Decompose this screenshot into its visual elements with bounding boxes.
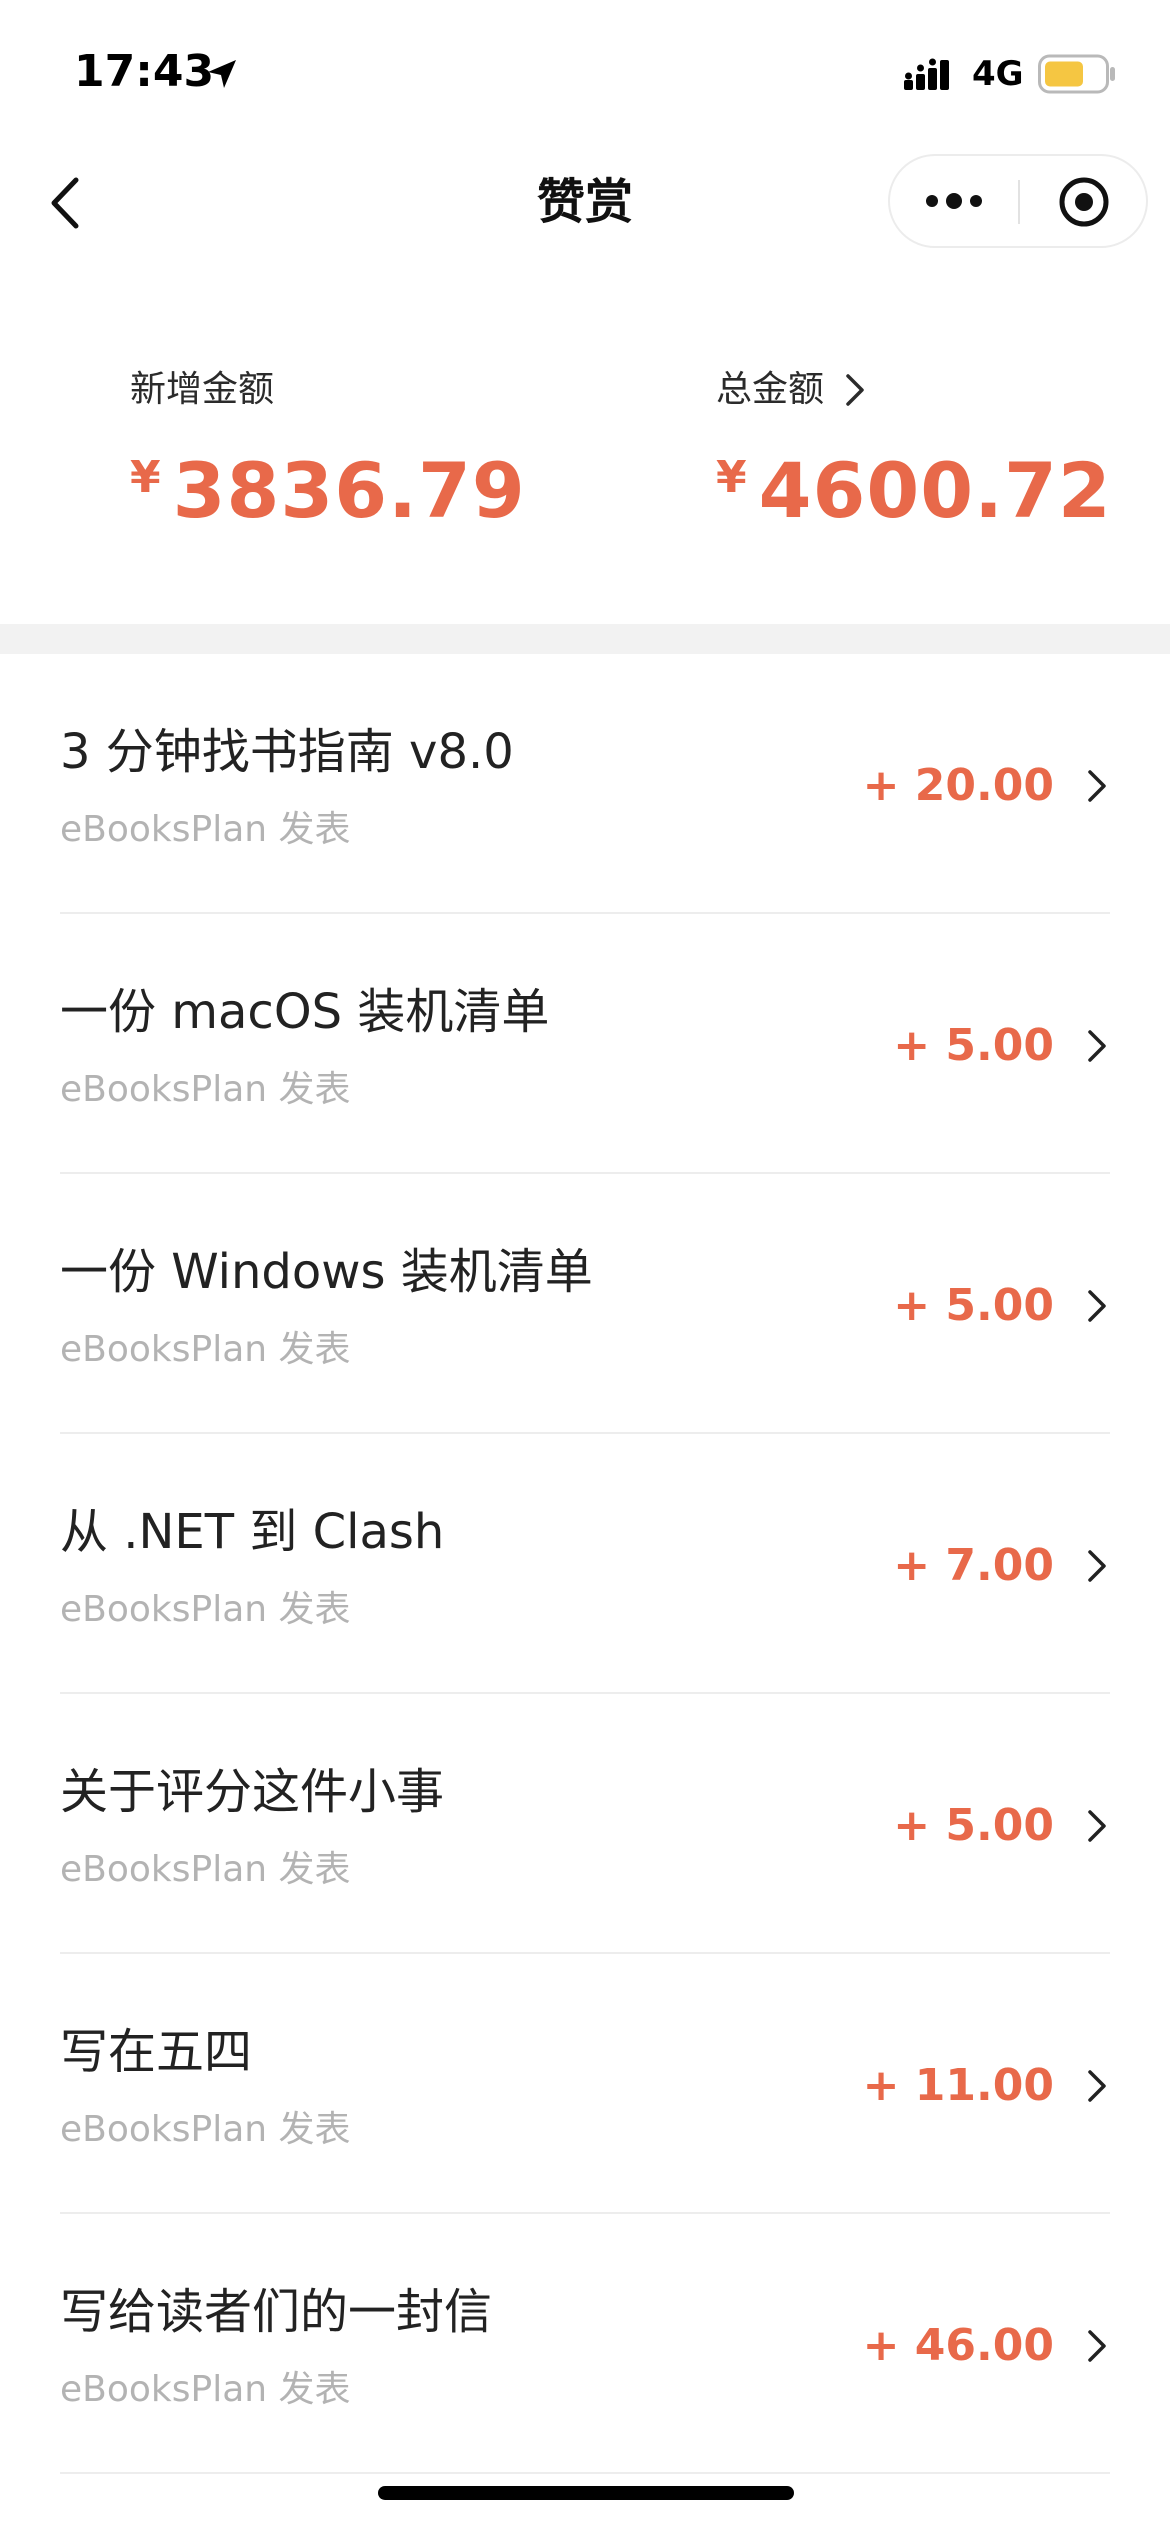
item-title: 从 .NET 到 Clash <box>60 1504 445 1560</box>
item-title: 关于评分这件小事 <box>60 1764 445 1820</box>
more-dots-icon <box>926 193 982 209</box>
battery-icon <box>1038 54 1115 94</box>
item-title: 一份 Windows 装机清单 <box>60 1244 593 1300</box>
network-type: 4G <box>972 54 1024 94</box>
chevron-right-icon <box>1088 770 1106 802</box>
new-amount-value: 3836.79 <box>172 446 526 535</box>
status-time: 17:43 <box>74 46 215 97</box>
section-divider <box>0 624 1170 654</box>
home-indicator <box>378 2486 794 2500</box>
capsule-menu <box>888 154 1148 248</box>
item-subtitle: eBooksPlan 发表 <box>60 1589 351 1630</box>
more-button[interactable] <box>890 156 1018 246</box>
item-subtitle: eBooksPlan 发表 <box>60 2369 351 2410</box>
item-subtitle: eBooksPlan 发表 <box>60 1329 351 1370</box>
new-currency-symbol: ¥ <box>130 452 161 503</box>
item-title: 写给读者们的一封信 <box>60 2284 493 2340</box>
list-item[interactable]: 一份 Windows 装机清单 eBooksPlan 发表 + 5.00 <box>0 1174 1170 1434</box>
list-item[interactable]: 写在五四 eBooksPlan 发表 + 11.00 <box>0 1954 1170 2214</box>
list-item[interactable]: 一份 macOS 装机清单 eBooksPlan 发表 + 5.00 <box>0 914 1170 1174</box>
target-circle-icon <box>1059 177 1109 227</box>
item-subtitle: eBooksPlan 发表 <box>60 809 351 850</box>
list-item[interactable]: 关于评分这件小事 eBooksPlan 发表 + 5.00 <box>0 1694 1170 1954</box>
new-amount-label: 新增金额 <box>130 369 275 410</box>
close-mini-program-button[interactable] <box>1020 156 1146 246</box>
item-subtitle: eBooksPlan 发表 <box>60 2109 351 2150</box>
chevron-right-icon <box>1088 1550 1106 1582</box>
total-amount-label: 总金额 <box>716 369 825 410</box>
list-item[interactable]: 从 .NET 到 Clash eBooksPlan 发表 + 7.00 <box>0 1434 1170 1694</box>
location-arrow-icon <box>208 60 236 88</box>
total-currency-symbol: ¥ <box>716 452 747 503</box>
list-item[interactable]: 3 分钟找书指南 v8.0 eBooksPlan 发表 + 20.00 <box>0 654 1170 914</box>
item-amount: + 5.00 <box>893 1800 1054 1851</box>
chevron-right-icon <box>1088 1810 1106 1842</box>
item-amount: + 5.00 <box>893 1020 1054 1071</box>
item-subtitle: eBooksPlan 发表 <box>60 1069 351 1110</box>
chevron-right-icon <box>1088 1290 1106 1322</box>
chevron-right-icon <box>1088 2330 1106 2362</box>
item-title: 3 分钟找书指南 v8.0 <box>60 724 514 780</box>
new-amount-block: 新增金额 ¥ 3836.79 <box>130 364 526 536</box>
status-bar: 17:43 4G <box>0 0 1170 140</box>
item-amount: + 46.00 <box>862 2320 1054 2371</box>
item-amount: + 5.00 <box>893 1280 1054 1331</box>
reward-list: 3 分钟找书指南 v8.0 eBooksPlan 发表 + 20.00 一份 m… <box>0 654 1170 2474</box>
total-amount-value: 4600.72 <box>758 446 1112 535</box>
item-amount: + 20.00 <box>862 760 1054 811</box>
chevron-right-icon <box>1088 1030 1106 1062</box>
nav-bar: 赞赏 <box>0 140 1170 264</box>
list-item[interactable]: 写给读者们的一封信 eBooksPlan 发表 + 46.00 <box>0 2214 1170 2474</box>
item-amount: + 11.00 <box>862 2060 1054 2111</box>
item-subtitle: eBooksPlan 发表 <box>60 1849 351 1890</box>
signal-icon <box>904 58 949 90</box>
summary-section: 新增金额 ¥ 3836.79 总金额 ¥ 4600.72 <box>0 264 1170 624</box>
item-title: 写在五四 <box>60 2024 253 2080</box>
item-amount: + 7.00 <box>893 1540 1054 1591</box>
total-amount-block[interactable]: 总金额 ¥ 4600.72 <box>716 364 1112 536</box>
chevron-right-icon <box>1088 2070 1106 2102</box>
chevron-right-icon <box>846 374 864 406</box>
item-title: 一份 macOS 装机清单 <box>60 984 550 1040</box>
